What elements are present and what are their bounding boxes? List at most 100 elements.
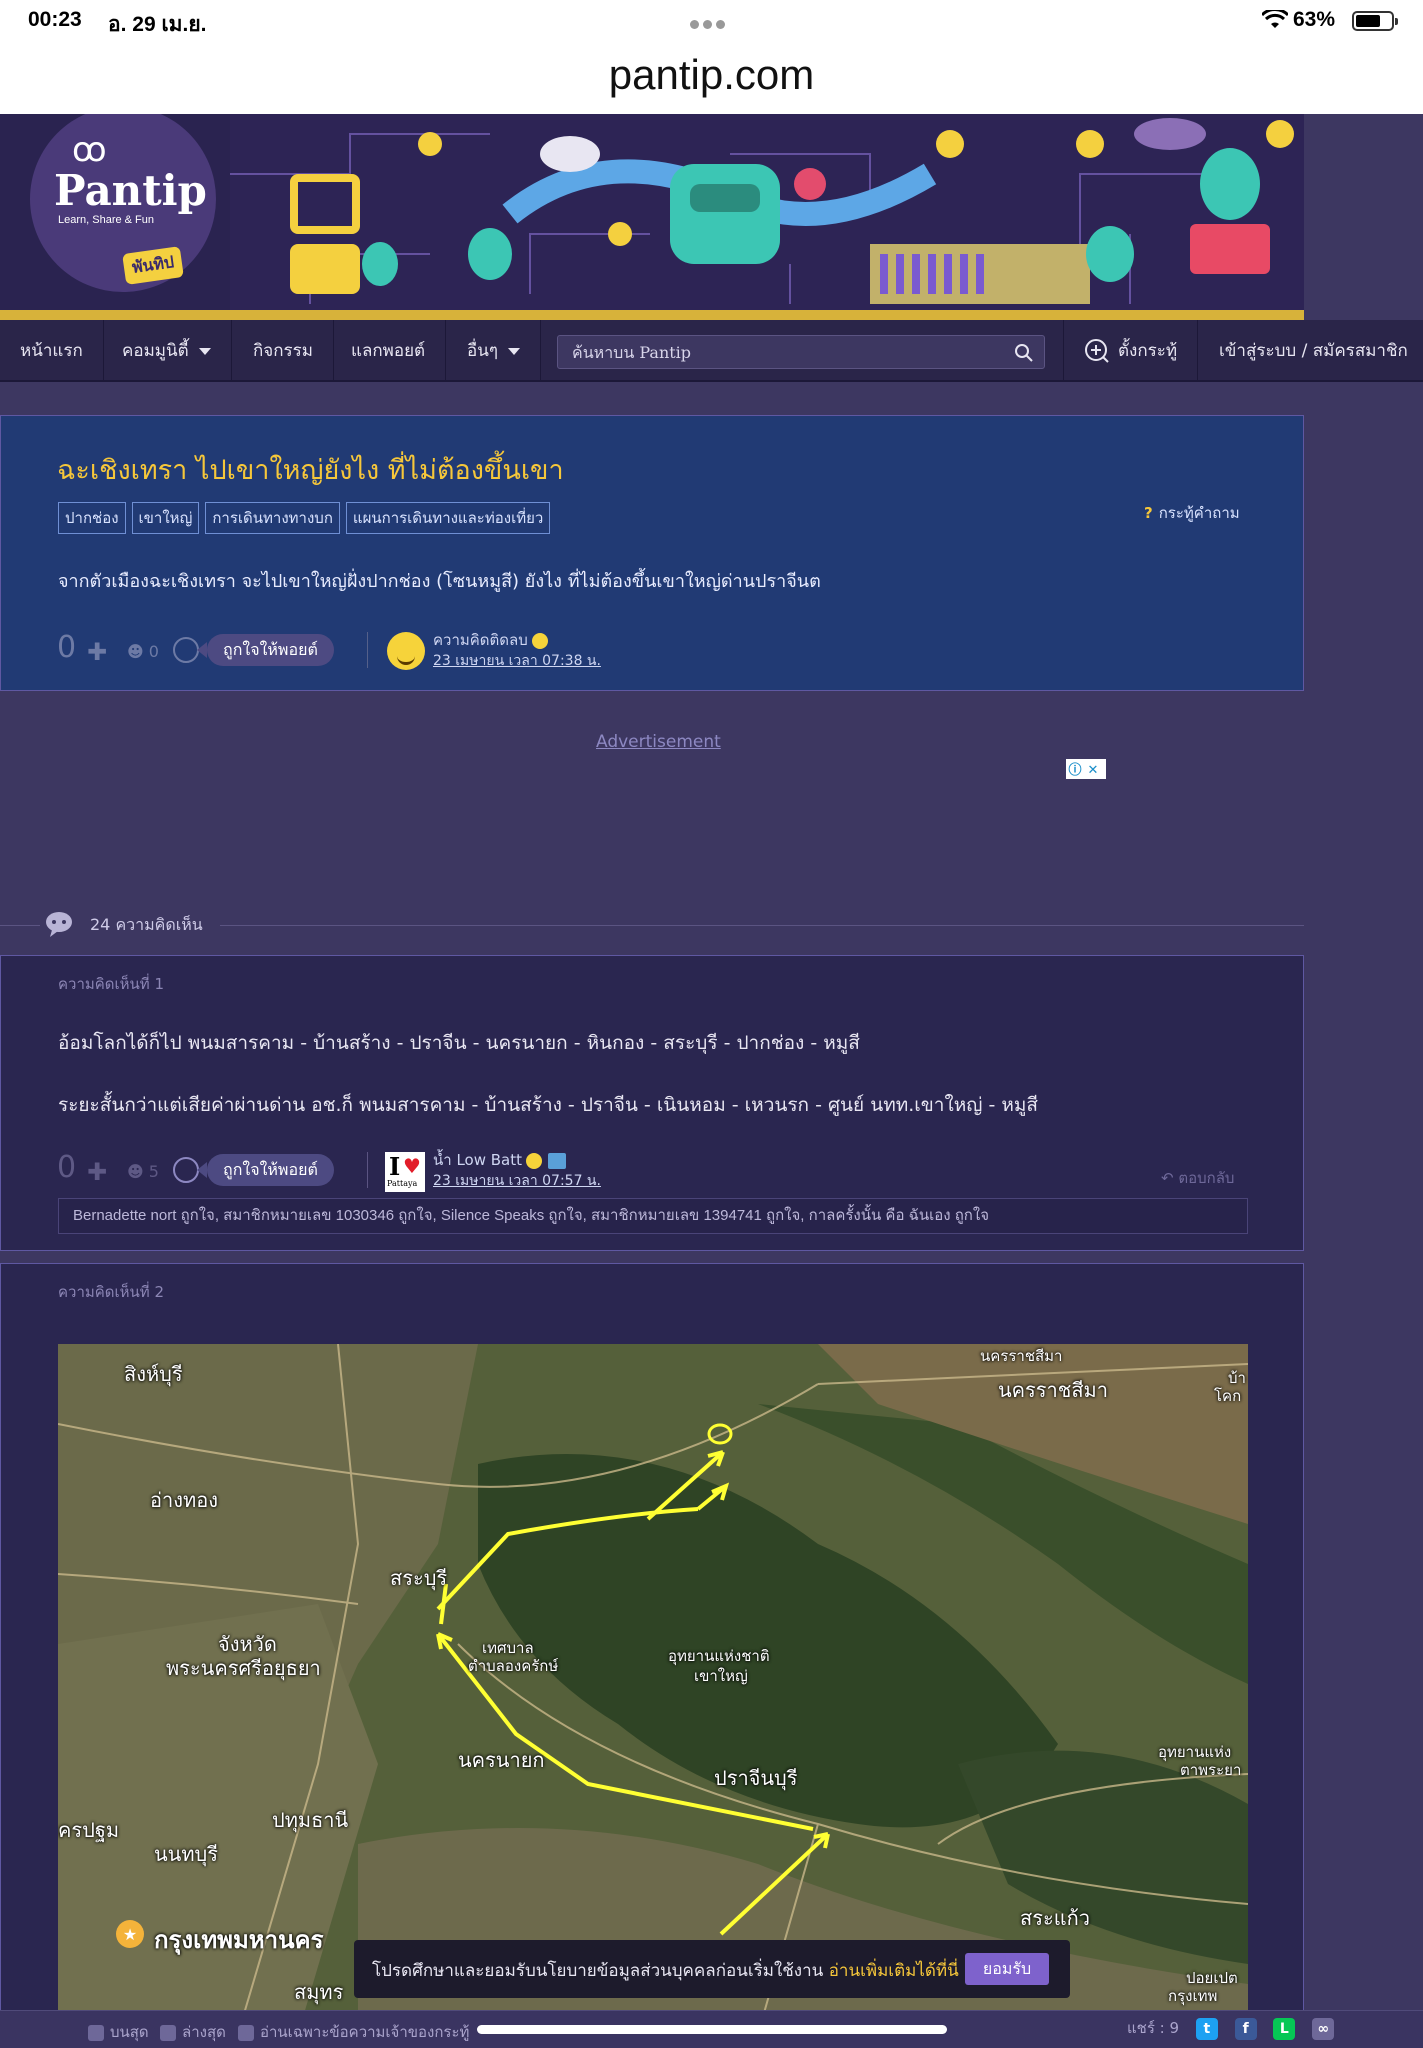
search-input[interactable]: ค้นหาบน Pantip xyxy=(557,335,1045,369)
site-banner: ꝏ Pantip Learn, Share & Fun พันทิป xyxy=(0,114,1304,320)
plus-vote-icon[interactable]: ✚ xyxy=(87,638,107,666)
line-icon[interactable]: L xyxy=(1273,2017,1296,2040)
question-icon: ? xyxy=(1144,504,1153,522)
map-label: นนทบุรี xyxy=(154,1842,218,1866)
ios-status-bar: 00:23 อ. 29 เม.ย. 63% xyxy=(0,0,1423,40)
tag[interactable]: แผนการเดินทางและท่องเที่ยว xyxy=(345,502,551,534)
map-label: สิงห์บุรี xyxy=(124,1362,183,1386)
nav-activity[interactable]: กิจกรรม xyxy=(233,320,335,382)
divider xyxy=(0,925,40,926)
plus-vote-icon[interactable]: ✚ xyxy=(87,1158,107,1186)
vote-count: 0 xyxy=(57,630,77,665)
nav-community[interactable]: คอมมูนิตี้ xyxy=(102,320,232,382)
tag[interactable]: ปากช่อง xyxy=(58,502,126,534)
chevron-down-icon xyxy=(507,347,520,355)
map-label: กรุงเทพมหานคร xyxy=(154,1926,324,1954)
logo-tagline: Learn, Share & Fun xyxy=(58,214,155,226)
reply-label: ตอบกลับ xyxy=(1178,1169,1235,1187)
reply-button[interactable]: ↶ ตอบกลับ xyxy=(1161,1166,1234,1190)
comment-count: 24 ความคิดเห็น xyxy=(90,915,203,934)
pantip-logo-icon: ꝏ xyxy=(72,130,107,170)
new-topic-button[interactable]: ตั้งกระทู้ xyxy=(1063,320,1199,382)
svg-text:★: ★ xyxy=(123,1925,137,1944)
map-label: สระแก้ว xyxy=(1020,1906,1090,1930)
search-icon[interactable] xyxy=(1014,343,1034,363)
clock: 00:23 xyxy=(28,8,82,31)
tag[interactable]: การเดินทางทางบก xyxy=(205,502,340,534)
give-point-button[interactable]: ถูกใจให้พอยต์ xyxy=(197,634,334,666)
scroll-top-button[interactable]: บนสุด xyxy=(88,2020,149,2044)
arrow-up-icon xyxy=(88,2024,104,2041)
twitter-icon[interactable]: t xyxy=(1195,2017,1218,2040)
emoji-icon xyxy=(531,632,548,649)
main-navbar: หน้าแรก คอมมูนิตี้ กิจกรรม แลกพอยต์ อื่น… xyxy=(0,320,1423,382)
topic-tags: ปากช่อง เขาใหญ่ การเดินทางทางบก แผนการเดินท… xyxy=(58,502,556,534)
comment-text: ระยะสั้นกว่าแต่เสียค่าผ่านด่าน อช.ก็ พนม… xyxy=(58,1094,1039,1116)
owner-only-label: อ่านเฉพาะข้อความเจ้าของกระทู้ xyxy=(260,2023,470,2041)
point-icon xyxy=(173,637,199,663)
battery-percent: 63% xyxy=(1293,8,1336,31)
emotion-icon: ☻ xyxy=(127,1162,144,1181)
map-label: นครนายก xyxy=(458,1748,545,1772)
nav-others[interactable]: อื่นๆ xyxy=(447,320,541,382)
ad-choices[interactable]: ⓘ ✕ xyxy=(1066,759,1106,779)
cookie-read-more-link[interactable]: อ่านเพิ่มเติมได้ที่นี่ xyxy=(829,1961,959,1981)
plus-circle-icon xyxy=(1085,339,1109,363)
close-icon[interactable]: ✕ xyxy=(1084,762,1102,780)
browser-address-bar[interactable]: pantip.com xyxy=(0,40,1423,114)
wifi-icon xyxy=(1262,10,1288,28)
comment-number: ความคิดเห็นที่ 1 xyxy=(58,975,165,993)
comment-count-header: 24 ความคิดเห็น xyxy=(0,905,1304,945)
accept-button[interactable]: ยอมรับ xyxy=(965,1953,1049,1985)
topic-card: ฉะเชิงเทรา ไปเขาใหญ่ยังไง ที่ไม่ต้องขึ้น… xyxy=(0,415,1304,691)
logo-badge: พันทิป xyxy=(122,246,185,285)
banner-illustration xyxy=(230,114,1304,310)
divider xyxy=(220,925,1304,926)
divider xyxy=(367,1152,368,1188)
author-name[interactable]: ความคิดติดลบ xyxy=(433,628,548,652)
nav-activity-label: กิจกรรม xyxy=(253,341,314,361)
search-placeholder: ค้นหาบน Pantip xyxy=(572,343,692,362)
author-name[interactable]: น้ำ Low Batt xyxy=(433,1148,566,1172)
nav-points[interactable]: แลกพอยต์ xyxy=(331,320,447,382)
nav-community-label: คอมมูนิตี้ xyxy=(122,341,189,361)
topic-type-label: กระทู้คำถาม xyxy=(1158,504,1240,522)
map-label: กรุงเทพ xyxy=(1168,1987,1218,2005)
nav-home[interactable]: หน้าแรก xyxy=(0,320,104,382)
multitask-dots-icon[interactable] xyxy=(690,14,734,29)
map-image[interactable]: ★ สิงห์บุรี อ่างทอง สระบุรี จังหวัด พระน… xyxy=(58,1344,1248,2034)
map-label: ปทุมธานี xyxy=(272,1808,349,1832)
share-bar: แชร์ : 9 t f L ∞ xyxy=(1127,2016,1335,2040)
map-label: ครปฐม xyxy=(58,1818,120,1842)
map-label: ตาพระยา xyxy=(1180,1761,1242,1779)
link-icon[interactable]: ∞ xyxy=(1312,2017,1335,2040)
cookie-consent-banner: โปรดศึกษาและยอมรับนโยบายข้อมูลส่วนบุคคลก… xyxy=(354,1940,1070,1998)
map-label: ตำบลองครักษ์ xyxy=(468,1657,559,1675)
tag[interactable]: เขาใหญ่ xyxy=(131,502,200,534)
avatar[interactable] xyxy=(387,632,425,670)
emotion-count-value: 0 xyxy=(148,642,159,661)
avatar[interactable]: I ♥ Pattaya xyxy=(385,1152,425,1192)
reader-icon xyxy=(238,2024,254,2041)
divider xyxy=(367,632,368,668)
ad-info-icon[interactable]: ⓘ xyxy=(1066,762,1084,780)
comment-bubble-icon xyxy=(46,912,72,937)
emotion-count[interactable]: ☻ 5 xyxy=(127,1162,159,1181)
map-label: อ่างทอง xyxy=(150,1488,218,1512)
facebook-icon[interactable]: f xyxy=(1234,2017,1257,2040)
map-label: สมุทร xyxy=(294,1980,344,2004)
owner-only-button[interactable]: อ่านเฉพาะข้อความเจ้าของกระทู้ xyxy=(238,2020,469,2044)
map-label: นครราชสีมา xyxy=(980,1347,1063,1365)
advertisement-label[interactable]: Advertisement xyxy=(596,732,721,752)
give-point-button[interactable]: ถูกใจให้พอยต์ xyxy=(197,1154,334,1186)
post-date[interactable]: 23 เมษายน เวลา 07:57 น. xyxy=(433,1170,601,1192)
url-host[interactable]: pantip.com xyxy=(609,51,814,98)
scroll-bottom-label: ล่างสุด xyxy=(182,2023,226,2041)
emotion-count-value: 5 xyxy=(148,1162,159,1181)
logo-text[interactable]: Pantip xyxy=(54,166,207,215)
emotion-count[interactable]: ☻ 0 xyxy=(127,642,159,661)
post-date[interactable]: 23 เมษายน เวลา 07:38 น. xyxy=(433,650,601,672)
login-register-link[interactable]: เข้าสู่ระบบ / สมัครสมาชิก xyxy=(1199,320,1423,382)
author-name-text: ความคิดติดลบ xyxy=(433,631,528,649)
scroll-bottom-button[interactable]: ล่างสุด xyxy=(160,2020,226,2044)
